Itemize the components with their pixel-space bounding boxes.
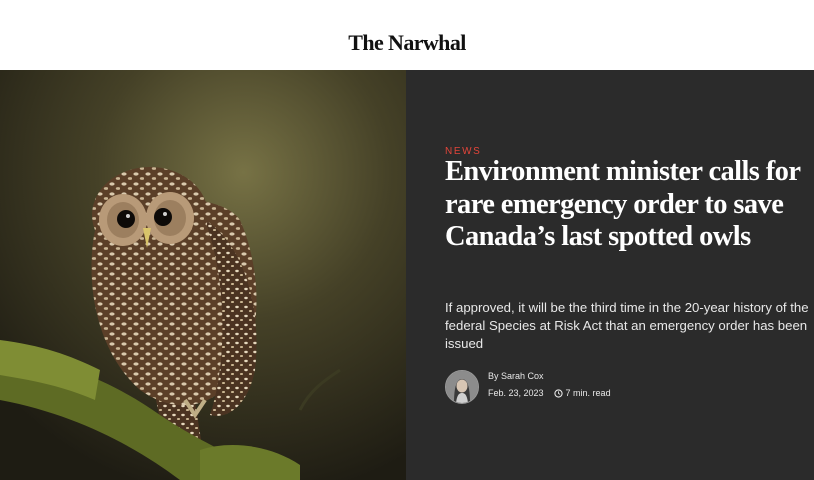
- clock-icon: [553, 388, 563, 398]
- owl-illustration: [0, 70, 406, 480]
- article-panel: NEWS Environment minister calls for rare…: [406, 70, 814, 480]
- hero-photo[interactable]: [0, 70, 406, 480]
- read-time: 7 min. read: [565, 388, 611, 398]
- author-byline[interactable]: By Sarah Cox: [488, 371, 544, 381]
- hero-section: NEWS Environment minister calls for rare…: [0, 70, 814, 480]
- author-avatar-icon: [446, 371, 478, 403]
- article-meta: Feb. 23, 2023 7 min. read: [488, 388, 611, 398]
- article-headline[interactable]: Environment minister calls for rare emer…: [445, 156, 814, 254]
- site-logo[interactable]: The Narwhal: [0, 30, 814, 56]
- site-header: The Narwhal: [0, 0, 814, 70]
- publish-date: Feb. 23, 2023: [488, 388, 544, 398]
- author-avatar[interactable]: [445, 370, 479, 404]
- article-dek: If approved, it will be the third time i…: [445, 300, 809, 351]
